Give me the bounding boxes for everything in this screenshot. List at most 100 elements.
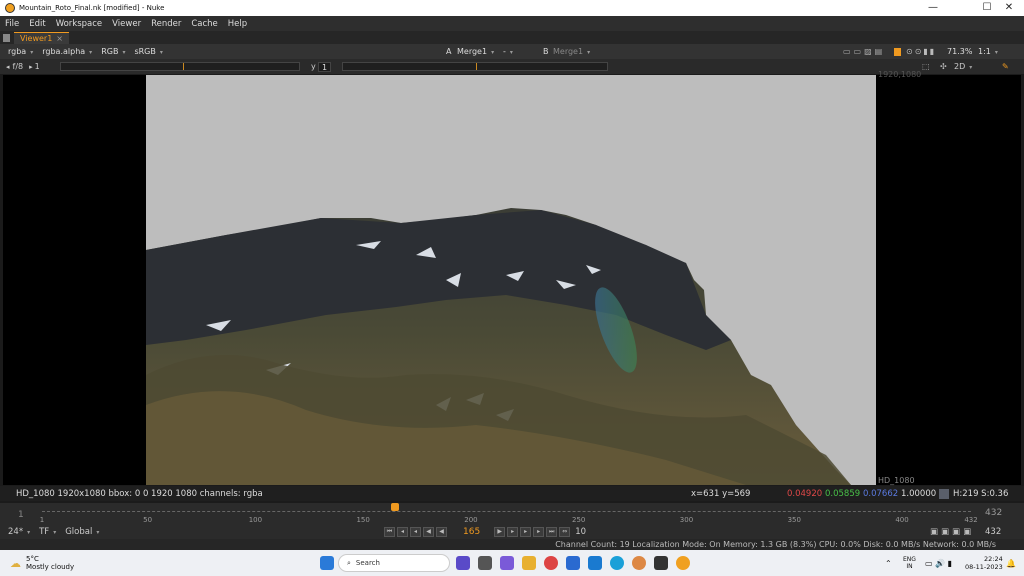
gamma-marker bbox=[476, 63, 477, 70]
composite-op-dropdown[interactable]: - bbox=[500, 47, 519, 56]
view-mode-dropdown[interactable]: 2D bbox=[951, 62, 978, 71]
a-input-label: A bbox=[446, 47, 452, 56]
lut-icon[interactable] bbox=[894, 47, 901, 56]
search-icon: ⌕ bbox=[347, 558, 351, 567]
play-back-button[interactable]: ◀ bbox=[423, 527, 434, 537]
gamma-value[interactable]: 1 bbox=[318, 61, 332, 72]
clock[interactable]: 22:24 08-11-2023 bbox=[965, 555, 1003, 571]
a-node-dropdown[interactable]: Merge1 bbox=[454, 47, 500, 56]
fstop-label[interactable]: f/8 bbox=[13, 62, 24, 71]
viewer-image bbox=[146, 75, 876, 485]
playback-controls: 24* TF Global ⏮ ◂ ◂ ◀ ◀ 165 ▶ ▸ ▸ ▸ ⏭ ⇔ … bbox=[0, 525, 1024, 539]
cursor-coords: x=631 y=569 bbox=[691, 488, 751, 499]
task-view-icon[interactable] bbox=[478, 556, 492, 570]
fps-dropdown[interactable]: 24* bbox=[5, 527, 36, 537]
lang-line-1: ENG bbox=[903, 556, 916, 563]
taskbar-apps: ⌕ Search bbox=[316, 554, 694, 572]
terminal-icon[interactable] bbox=[654, 556, 668, 570]
gain-slider[interactable] bbox=[60, 62, 300, 71]
clock-time: 22:24 bbox=[984, 555, 1003, 563]
timeline-tick-label: 250 bbox=[572, 516, 586, 524]
timeline-track[interactable] bbox=[42, 511, 971, 517]
loop-icons[interactable]: ▣▣▣▣ bbox=[930, 527, 974, 537]
b-node-dropdown[interactable]: Merge1 bbox=[550, 47, 596, 56]
file-explorer-icon[interactable] bbox=[522, 556, 536, 570]
minimize-button[interactable]: — bbox=[918, 0, 948, 16]
timeline-tick-label: 400 bbox=[895, 516, 909, 524]
zoom-value[interactable]: 71.3% bbox=[947, 47, 972, 56]
pixel-red: 0.04920 bbox=[787, 488, 823, 499]
timeline-start: 1 bbox=[18, 510, 24, 520]
increment-icon[interactable]: ⇔ bbox=[559, 527, 571, 537]
b-input-label: B bbox=[543, 47, 549, 56]
menu-file[interactable]: File bbox=[0, 19, 24, 29]
close-button[interactable]: ✕ bbox=[994, 0, 1024, 16]
pane-grip-icon[interactable] bbox=[3, 33, 10, 42]
ratio-dropdown[interactable]: 1:1 bbox=[975, 47, 1004, 56]
store-icon[interactable] bbox=[566, 556, 580, 570]
start-icon[interactable] bbox=[320, 556, 334, 570]
status-bar: Channel Count: 19 Localization Mode: On … bbox=[0, 539, 1024, 550]
paint-icon[interactable]: ✎ bbox=[1002, 62, 1009, 71]
menu-edit[interactable]: Edit bbox=[24, 19, 50, 29]
tray-chevron-icon[interactable]: ⌃ bbox=[885, 559, 892, 568]
edge-icon[interactable] bbox=[610, 556, 624, 570]
timeline-tick-label: 350 bbox=[787, 516, 801, 524]
pixel-alpha: 1.00000 bbox=[901, 488, 937, 499]
rgb-dropdown[interactable]: RGB bbox=[98, 47, 131, 56]
chat-icon[interactable] bbox=[500, 556, 514, 570]
format-label-top: 1920,1080 bbox=[878, 70, 922, 79]
tray-icons[interactable]: ▭ 🔊 ▮ bbox=[925, 559, 952, 568]
play-button[interactable]: ▶ bbox=[494, 527, 506, 537]
step-back-button[interactable]: ◀ bbox=[436, 527, 447, 537]
weather-widget[interactable]: 5°C Mostly cloudy bbox=[26, 555, 74, 571]
chrome-icon[interactable] bbox=[544, 556, 558, 570]
timeline-tick-label: 150 bbox=[356, 516, 370, 524]
tab-label: Viewer1 bbox=[20, 33, 53, 43]
prev-key-button[interactable]: ◂ bbox=[397, 527, 408, 537]
next-key-button[interactable]: ▸ bbox=[533, 527, 545, 537]
weather-icon: ☁ bbox=[10, 556, 21, 570]
teams-icon[interactable] bbox=[456, 556, 470, 570]
language-indicator[interactable]: ENG IN bbox=[903, 556, 916, 570]
current-frame[interactable]: 165 bbox=[463, 527, 480, 537]
timeline-tick-label: 432 bbox=[964, 516, 978, 524]
tf-dropdown[interactable]: TF bbox=[36, 527, 62, 537]
colorspace-dropdown[interactable]: sRGB bbox=[131, 47, 168, 56]
step-fwd-button[interactable]: ▸ bbox=[507, 527, 519, 537]
tab-viewer1[interactable]: Viewer1 × bbox=[14, 31, 69, 44]
prev-frame-button[interactable]: ◂ bbox=[410, 527, 421, 537]
next-frame-button[interactable]: ▸ bbox=[520, 527, 532, 537]
gain-arrow-icon[interactable]: ▸ bbox=[29, 63, 33, 71]
skip-end-button[interactable]: ⏭ bbox=[546, 527, 558, 537]
viewer-info-bar: HD_1080 1920x1080 bbox: 0 0 1920 1080 ch… bbox=[0, 486, 1024, 501]
skip-start-button[interactable]: ⏮ bbox=[384, 527, 395, 537]
nuke-taskbar-icon[interactable] bbox=[676, 556, 690, 570]
chrome-profile-icon[interactable] bbox=[632, 556, 646, 570]
alpha-dropdown[interactable]: rgba.alpha bbox=[39, 47, 98, 56]
tab-close-icon[interactable]: × bbox=[56, 34, 63, 43]
channels-dropdown[interactable]: rgba bbox=[5, 47, 39, 56]
menu-viewer[interactable]: Viewer bbox=[107, 19, 146, 29]
notification-icon[interactable]: 🔔 bbox=[1006, 559, 1016, 568]
search-box[interactable]: ⌕ Search bbox=[338, 554, 450, 572]
gain-value[interactable]: 1 bbox=[35, 62, 40, 71]
gamma-slider[interactable] bbox=[342, 62, 608, 71]
menu-cache[interactable]: Cache bbox=[186, 19, 222, 29]
global-dropdown[interactable]: Global bbox=[62, 527, 105, 537]
playback-icons[interactable]: ⊙⊙▮▮ bbox=[906, 47, 936, 56]
menu-help[interactable]: Help bbox=[223, 19, 252, 29]
increment-value[interactable]: 10 bbox=[575, 527, 586, 537]
nuke-logo-icon bbox=[5, 3, 15, 13]
viewer-tool-icons[interactable]: ▭▭▨▤ bbox=[843, 47, 885, 56]
menu-bar: File Edit Workspace Viewer Render Cache … bbox=[0, 16, 1024, 31]
roi-icon[interactable]: ⬚ bbox=[922, 62, 930, 71]
transform-icon[interactable]: ✣ bbox=[940, 62, 947, 71]
fstop-arrow-icon[interactable]: ◂ bbox=[6, 63, 10, 71]
menu-render[interactable]: Render bbox=[146, 19, 186, 29]
menu-workspace[interactable]: Workspace bbox=[51, 19, 107, 29]
end-frame[interactable]: 432 bbox=[985, 527, 1001, 537]
playhead[interactable] bbox=[391, 503, 400, 511]
taskbar: ☁ 5°C Mostly cloudy ⌕ Search ⌃ ENG IN ▭ 🔊… bbox=[0, 550, 1024, 576]
mail-icon[interactable] bbox=[588, 556, 602, 570]
